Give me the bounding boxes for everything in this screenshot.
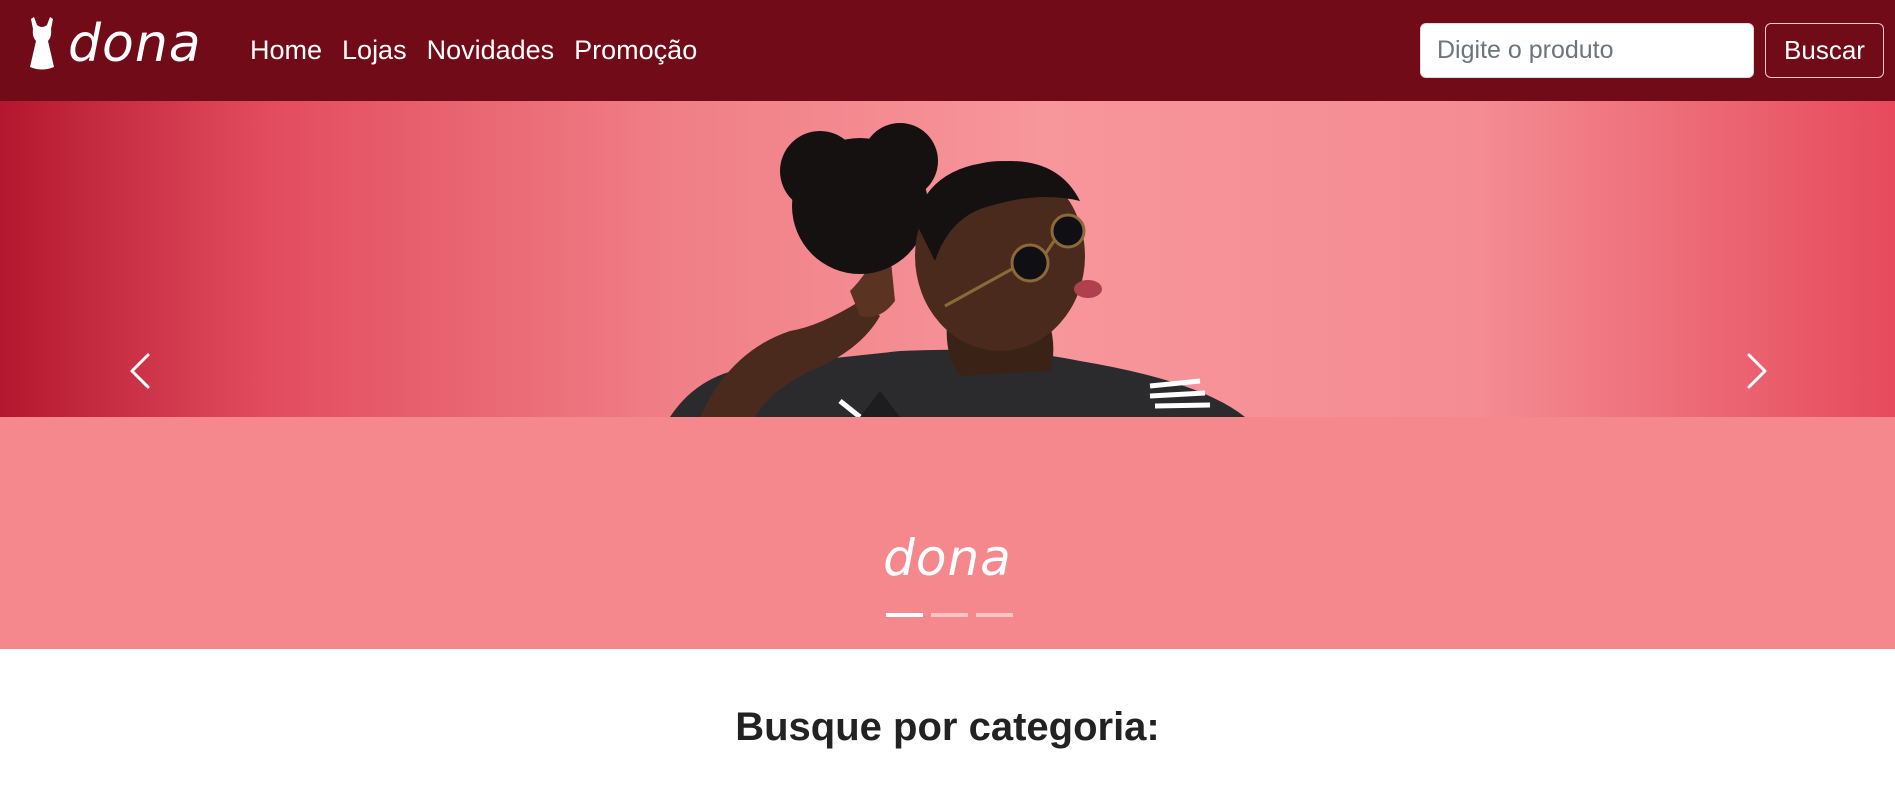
brand-name: dona — [68, 14, 202, 74]
nav-link-lojas[interactable]: Lojas — [332, 30, 417, 70]
navbar: dona Home Lojas Novidades Promoção Busca… — [0, 0, 1895, 101]
dress-icon — [30, 17, 54, 70]
carousel-indicator-3[interactable] — [976, 613, 1013, 617]
carousel-caption: dona — [883, 529, 1012, 587]
hero-carousel: dona — [0, 101, 1895, 649]
carousel-prev-button[interactable] — [122, 351, 162, 391]
brand-logo[interactable]: dona — [24, 16, 202, 72]
carousel-indicator-2[interactable] — [931, 613, 968, 617]
hero-image — [0, 101, 1895, 417]
search-input[interactable] — [1420, 23, 1754, 78]
search-button[interactable]: Buscar — [1765, 23, 1884, 78]
category-heading: Busque por categoria: — [735, 705, 1160, 749]
nav-link-home[interactable]: Home — [240, 30, 332, 70]
model-photo — [670, 123, 1245, 417]
nav-link-promocao[interactable]: Promoção — [564, 30, 707, 70]
nav-link-novidades[interactable]: Novidades — [417, 30, 565, 70]
main-nav: Home Lojas Novidades Promoção — [240, 30, 707, 70]
carousel-next-button[interactable] — [1735, 351, 1775, 391]
carousel-indicator-1[interactable] — [886, 613, 923, 617]
carousel-indicators — [886, 613, 1013, 617]
